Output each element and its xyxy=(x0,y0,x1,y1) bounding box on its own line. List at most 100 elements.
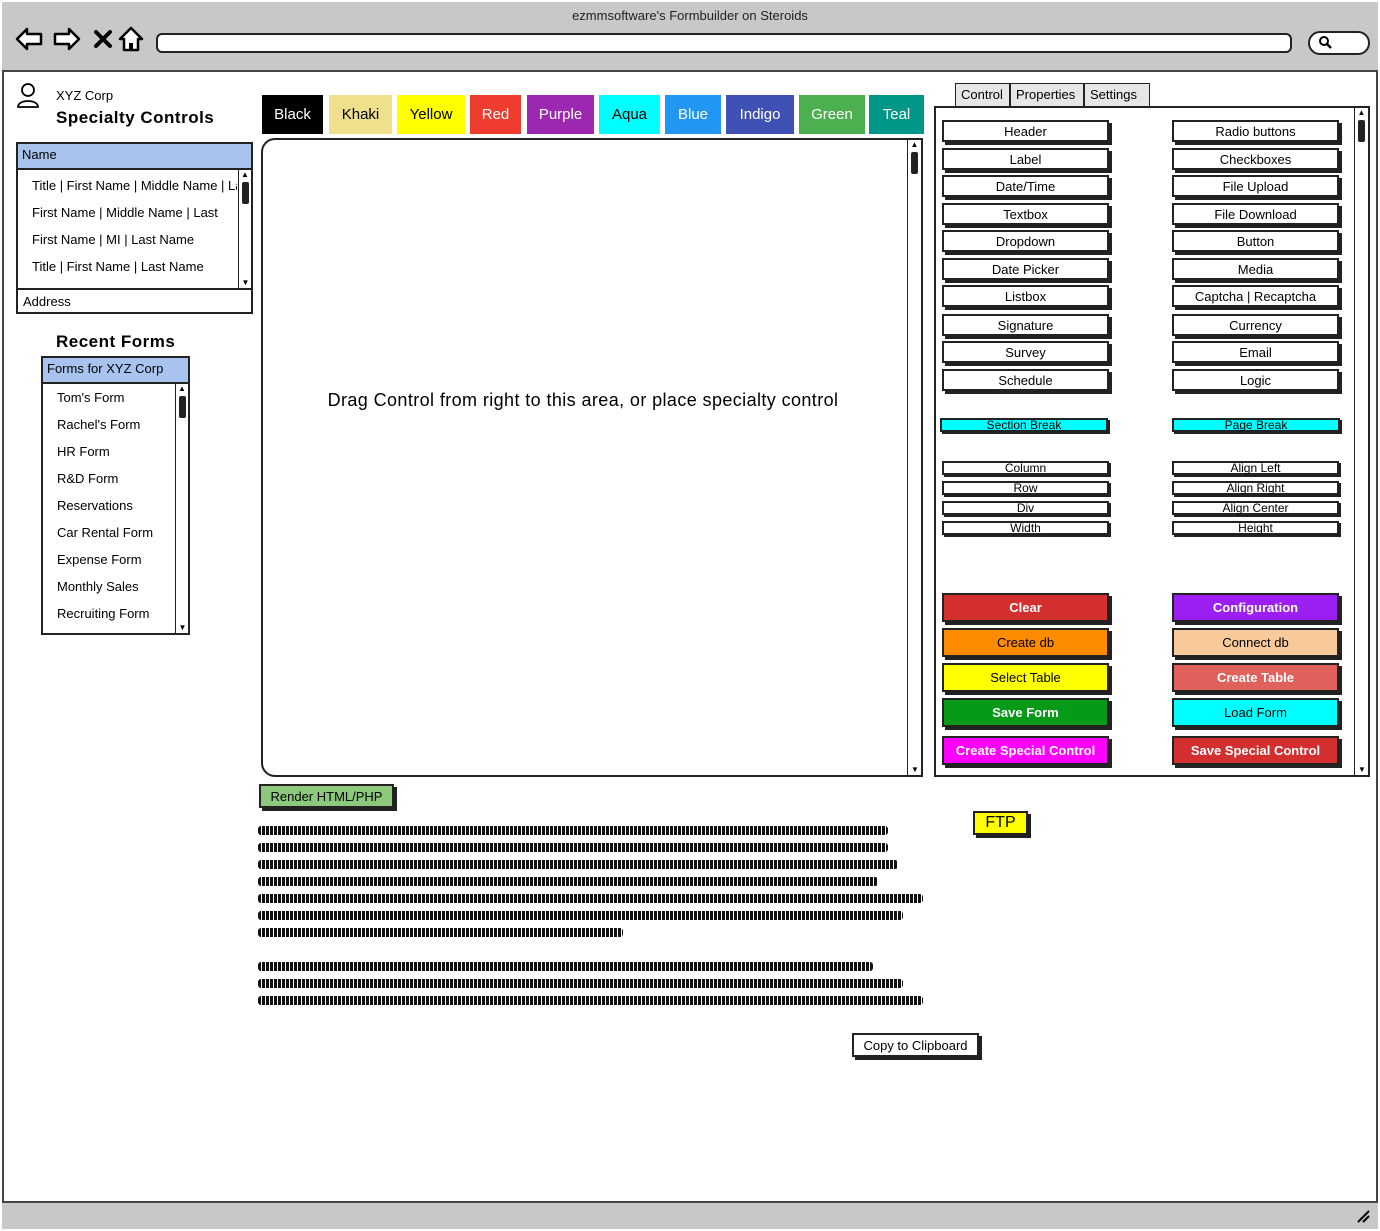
scrollbar[interactable]: ▲ ▼ xyxy=(175,384,188,633)
width-layout-button[interactable]: Width xyxy=(942,521,1109,535)
email-control-button[interactable]: Email xyxy=(1172,341,1339,363)
render-html-php-button[interactable]: Render HTML/PHP xyxy=(259,784,394,808)
configuration-button[interactable]: Configuration xyxy=(1172,593,1339,622)
radio-buttons-control-button[interactable]: Radio buttons xyxy=(1172,120,1339,142)
save-form-button[interactable]: Save Form xyxy=(942,698,1109,727)
scrollbar[interactable]: ▲ ▼ xyxy=(907,140,921,775)
scrollbar[interactable]: ▲ ▼ xyxy=(1354,108,1368,775)
button-control-button[interactable]: Button xyxy=(1172,230,1339,252)
list-header-forms[interactable]: Forms for XYZ Corp xyxy=(41,356,190,384)
section-break-button[interactable]: Section Break xyxy=(940,418,1108,432)
color-tab-black[interactable]: Black xyxy=(262,95,323,134)
dropdown-control-button[interactable]: Dropdown xyxy=(942,230,1109,252)
color-tab-purple[interactable]: Purple xyxy=(527,95,594,134)
tab-settings[interactable]: Settings xyxy=(1084,83,1150,107)
list-item[interactable]: R&D Form xyxy=(57,471,118,486)
create-special-control-button[interactable]: Create Special Control xyxy=(942,736,1109,765)
file-download-control-button[interactable]: File Download xyxy=(1172,203,1339,225)
form-canvas[interactable]: Drag Control from right to this area, or… xyxy=(261,138,923,777)
list-item[interactable]: Recruiting Form xyxy=(57,606,149,621)
schedule-control-button[interactable]: Schedule xyxy=(942,369,1109,391)
list-item[interactable]: Rachel's Form xyxy=(57,417,140,432)
select-table-button[interactable]: Select Table xyxy=(942,663,1109,692)
scrollbar[interactable]: ▲ ▼ xyxy=(238,170,251,288)
page-break-button[interactable]: Page Break xyxy=(1172,418,1340,432)
create-db-button[interactable]: Create db xyxy=(942,628,1109,657)
listbox-control-button[interactable]: Listbox xyxy=(942,285,1109,307)
list-item[interactable]: Monthly Sales xyxy=(57,579,139,594)
captcha-recaptcha-control-button[interactable]: Captcha | Recaptcha xyxy=(1172,285,1339,307)
clear-button[interactable]: Clear xyxy=(942,593,1109,622)
tab-properties[interactable]: Properties xyxy=(1010,83,1084,107)
list-item[interactable]: Reservations xyxy=(57,498,133,513)
textbox-control-button[interactable]: Textbox xyxy=(942,203,1109,225)
color-tab-aqua[interactable]: Aqua xyxy=(599,95,660,134)
color-tab-indigo[interactable]: Indigo xyxy=(726,95,794,134)
color-tab-teal[interactable]: Teal xyxy=(869,95,924,134)
scroll-up-icon[interactable]: ▲ xyxy=(908,140,921,150)
color-tab-blue[interactable]: Blue xyxy=(665,95,721,134)
scroll-thumb[interactable] xyxy=(911,152,918,174)
tab-control[interactable]: Control xyxy=(955,83,1010,107)
list-item[interactable]: Title | First Name | Last Name xyxy=(32,259,237,274)
status-bar xyxy=(2,1201,1378,1229)
color-tab-yellow[interactable]: Yellow xyxy=(397,95,465,134)
back-arrow-icon[interactable] xyxy=(14,24,44,54)
list-item[interactable]: Car Rental Form xyxy=(57,525,153,540)
save-special-control-button[interactable]: Save Special Control xyxy=(1172,736,1339,765)
list-item[interactable]: Tom's Form xyxy=(57,390,124,405)
color-tab-red[interactable]: Red xyxy=(470,95,521,134)
load-form-button[interactable]: Load Form xyxy=(1172,698,1339,727)
label-control-button[interactable]: Label xyxy=(942,148,1109,170)
scroll-down-icon[interactable]: ▼ xyxy=(1355,765,1369,775)
color-tab-khaki[interactable]: Khaki xyxy=(329,95,392,134)
div-layout-button[interactable]: Div xyxy=(942,501,1109,515)
scroll-thumb[interactable] xyxy=(179,396,186,418)
create-table-button[interactable]: Create Table xyxy=(1172,663,1339,692)
scroll-down-icon[interactable]: ▼ xyxy=(908,765,922,775)
list-item[interactable]: First Name | Middle Name | Last xyxy=(32,205,237,220)
scroll-up-icon[interactable]: ▲ xyxy=(239,170,251,180)
header-control-button[interactable]: Header xyxy=(942,120,1109,142)
align-center-layout-button[interactable]: Align Center xyxy=(1172,501,1339,515)
list-item[interactable]: Expense Form xyxy=(57,552,142,567)
list-item[interactable]: Title | First Name | Middle Name | Last xyxy=(32,178,237,193)
scroll-down-icon[interactable]: ▼ xyxy=(239,278,252,288)
height-layout-button[interactable]: Height xyxy=(1172,521,1339,535)
list-item[interactable]: First Name | MI | Last Name xyxy=(32,232,237,247)
list-header-name[interactable]: Name xyxy=(16,142,253,170)
resize-grip-icon[interactable] xyxy=(1356,1209,1370,1226)
survey-control-button[interactable]: Survey xyxy=(942,341,1109,363)
scroll-down-icon[interactable]: ▼ xyxy=(176,623,189,633)
date-time-control-button[interactable]: Date/Time xyxy=(942,175,1109,197)
logic-control-button[interactable]: Logic xyxy=(1172,369,1339,391)
color-tab-green[interactable]: Green xyxy=(799,95,865,134)
date-picker-control-button[interactable]: Date Picker xyxy=(942,258,1109,280)
ftp-button[interactable]: FTP xyxy=(973,811,1028,835)
row-layout-button[interactable]: Row xyxy=(942,481,1109,495)
scroll-up-icon[interactable]: ▲ xyxy=(1355,108,1368,118)
scroll-thumb[interactable] xyxy=(242,182,249,204)
forward-arrow-icon[interactable] xyxy=(52,24,82,54)
user-icon xyxy=(16,82,40,108)
url-bar[interactable] xyxy=(156,33,1292,53)
signature-control-button[interactable]: Signature xyxy=(942,314,1109,336)
media-control-button[interactable]: Media xyxy=(1172,258,1339,280)
search-box[interactable] xyxy=(1308,31,1370,55)
scroll-thumb[interactable] xyxy=(1358,120,1365,142)
search-icon xyxy=(1318,35,1332,52)
list-item[interactable]: HR Form xyxy=(57,444,110,459)
currency-control-button[interactable]: Currency xyxy=(1172,314,1339,336)
checkboxes-control-button[interactable]: Checkboxes xyxy=(1172,148,1339,170)
scroll-up-icon[interactable]: ▲ xyxy=(176,384,188,394)
list-footer-address[interactable]: Address xyxy=(18,288,253,314)
connect-db-button[interactable]: Connect db xyxy=(1172,628,1339,657)
home-icon[interactable] xyxy=(116,24,146,54)
copy-to-clipboard-button[interactable]: Copy to Clipboard xyxy=(852,1033,979,1057)
column-layout-button[interactable]: Column xyxy=(942,461,1109,475)
close-icon[interactable] xyxy=(88,24,118,54)
file-upload-control-button[interactable]: File Upload xyxy=(1172,175,1339,197)
company-name: XYZ Corp xyxy=(56,88,114,103)
align-right-layout-button[interactable]: Align Right xyxy=(1172,481,1339,495)
align-left-layout-button[interactable]: Align Left xyxy=(1172,461,1339,475)
